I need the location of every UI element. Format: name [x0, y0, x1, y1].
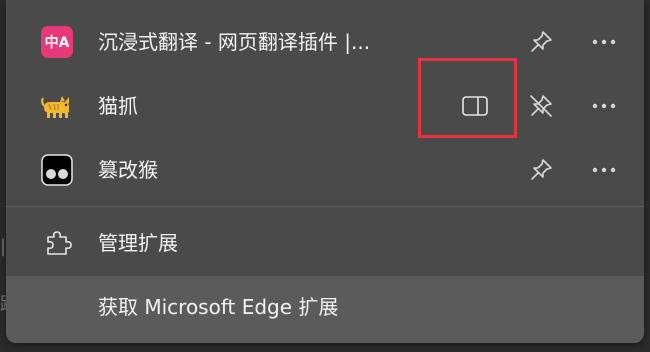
pin-icon[interactable] [526, 155, 556, 185]
immersive-translate-icon-text: 中A [44, 35, 70, 51]
extension-row-immersive-translate[interactable]: 中A 沉浸式翻译 - 网页翻译插件 |... [6, 12, 644, 72]
extension-name: 猫抓 [98, 94, 138, 118]
manage-extensions-label: 管理扩展 [98, 231, 178, 255]
cat-catch-icon [41, 96, 69, 118]
extension-row-cat-catch[interactable]: 猫抓 [6, 76, 644, 136]
pin-icon[interactable] [526, 27, 556, 57]
more-options-icon[interactable] [588, 91, 620, 121]
unpin-icon[interactable] [526, 91, 556, 121]
more-options-icon[interactable] [588, 27, 620, 57]
extension-row-tampermonkey[interactable]: 篡改猴 [6, 140, 644, 200]
menu-divider [6, 206, 644, 207]
immersive-translate-icon: 中A [41, 26, 73, 58]
more-options-icon[interactable] [588, 155, 620, 185]
puzzle-icon [47, 231, 72, 255]
extension-name: 篡改猴 [98, 158, 158, 182]
extension-name: 沉浸式翻译 - 网页翻译插件 |... [98, 30, 371, 54]
get-extensions-item[interactable]: 获取 Microsoft Edge 扩展 [6, 276, 644, 343]
get-extensions-label: 获取 Microsoft Edge 扩展 [98, 295, 339, 319]
manage-extensions-item[interactable]: 管理扩展 [6, 214, 644, 272]
tampermonkey-icon [41, 154, 73, 186]
highlight-annotation [418, 58, 517, 138]
extensions-menu: 中A 沉浸式翻译 - 网页翻译插件 |... 猫抓 篡改猴 管理扩展 获取 Mi… [6, 0, 644, 343]
